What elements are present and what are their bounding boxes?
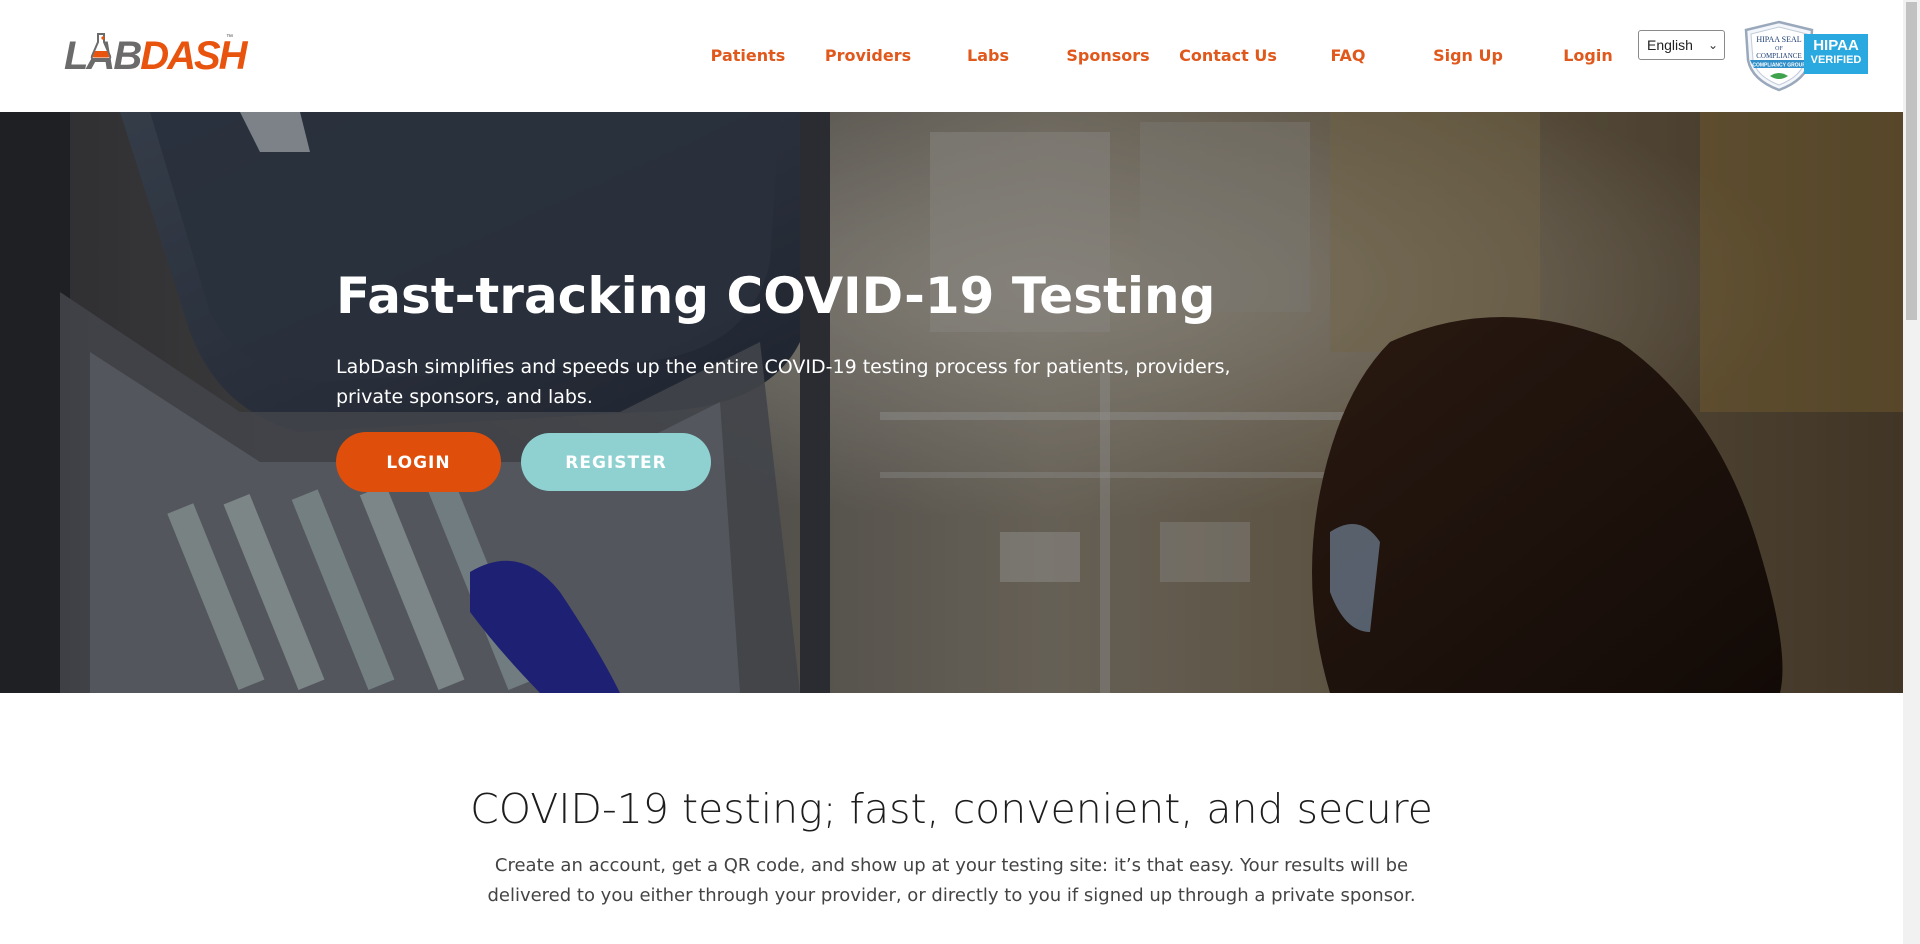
seal-ribbon: COMPLIANCY GROUP — [1752, 63, 1806, 69]
labdash-logo[interactable]: LABDASH ™ — [64, 30, 248, 80]
trademark-symbol: ™ — [226, 34, 233, 41]
intro-body: Create an account, get a QR code, and sh… — [487, 855, 1416, 906]
hipaa-badge-subtitle: VERIFIED — [1810, 54, 1862, 66]
hipaa-verified-badge: HIPAA VERIFIED — [1804, 34, 1868, 74]
seal-line-3: COMPLIANCE — [1756, 52, 1802, 60]
nav-faq[interactable]: FAQ — [1288, 44, 1408, 68]
nav-contact-us[interactable]: Contact Us — [1168, 44, 1288, 68]
seal-line-1: HIPAA SEAL — [1756, 35, 1801, 44]
nav-sign-up[interactable]: Sign Up — [1408, 44, 1528, 68]
intro-title: COVID-19 testing; fast, convenient, and … — [470, 785, 1433, 833]
site-header: LABDASH ™ Patients Providers Labs Sponso… — [0, 0, 1903, 112]
hipaa-badge-title: HIPAA — [1813, 37, 1859, 54]
flask-icon — [90, 33, 112, 60]
nav-patients[interactable]: Patients — [688, 44, 808, 68]
hipaa-seal[interactable]: HIPAA SEAL OF COMPLIANCE COMPLIANCY GROU… — [1742, 20, 1872, 92]
hero-title: Fast-tracking COVID-19 Testing — [336, 267, 1216, 325]
page-scrollbar[interactable] — [1903, 0, 1920, 944]
nav-labs[interactable]: Labs — [928, 44, 1048, 68]
nav-providers[interactable]: Providers — [808, 44, 928, 68]
page: LABDASH ™ Patients Providers Labs Sponso… — [0, 0, 1903, 944]
hero-login-button[interactable]: LOGIN — [336, 432, 501, 492]
chevron-down-icon: ⌄ — [1707, 38, 1718, 52]
intro-section: COVID-19 testing; fast, convenient, and … — [0, 693, 1903, 944]
hero-banner: Fast-tracking COVID-19 Testing LabDash s… — [0, 112, 1903, 693]
nav-sponsors[interactable]: Sponsors — [1048, 44, 1168, 68]
hero-register-button[interactable]: REGISTER — [521, 433, 711, 491]
nav-login[interactable]: Login — [1528, 44, 1648, 68]
scrollbar-thumb[interactable] — [1906, 2, 1917, 320]
hero-subtitle: LabDash simplifies and speeds up the ent… — [336, 356, 1231, 408]
language-selected-value: English — [1647, 37, 1693, 53]
language-select[interactable]: English ⌄ — [1638, 30, 1725, 60]
